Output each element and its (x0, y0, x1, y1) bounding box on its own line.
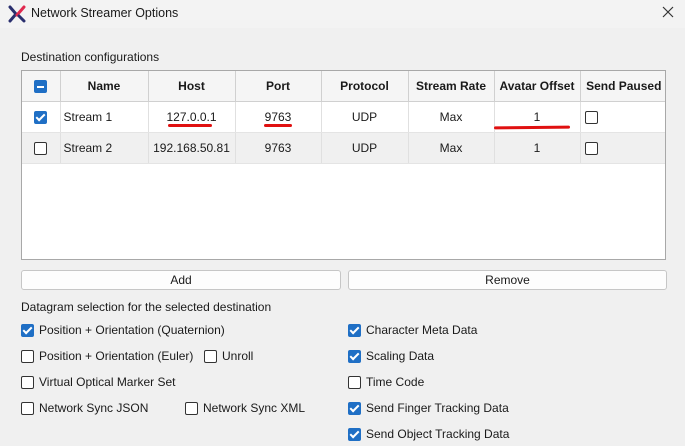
network-sync-xml-checkbox[interactable] (185, 401, 198, 415)
object-tracking-checkbox[interactable] (348, 427, 361, 441)
option-finger-tracking[interactable]: Send Finger Tracking Data (348, 401, 509, 415)
finger-tracking-label: Send Finger Tracking Data (366, 401, 509, 415)
column-header-avatar-offset[interactable]: Avatar Offset (494, 71, 581, 102)
column-header-stream-rate[interactable]: Stream Rate (408, 71, 495, 102)
stream-rate-cell[interactable]: Max (408, 132, 495, 164)
column-header-send-paused[interactable]: Send Paused (580, 71, 665, 102)
option-position-euler[interactable]: Position + Orientation (Euler) (21, 349, 193, 363)
stream-name-cell[interactable]: Stream 1 (60, 101, 149, 133)
title-bar: Network Streamer Options (0, 0, 685, 28)
virtual-marker-set-checkbox[interactable] (21, 375, 34, 389)
virtual-marker-set-label: Virtual Optical Marker Set (39, 375, 176, 389)
network-sync-json-checkbox[interactable] (21, 401, 34, 415)
row-select-checkbox[interactable] (34, 142, 48, 156)
network-sync-xml-label: Network Sync XML (203, 401, 306, 415)
position-quaternion-label: Position + Orientation (Quaternion) (39, 323, 225, 337)
position-euler-checkbox[interactable] (21, 349, 34, 363)
option-position-quaternion[interactable]: Position + Orientation (Quaternion) (21, 323, 225, 337)
datagram-label: Datagram selection for the selected dest… (21, 300, 272, 314)
column-header-name[interactable]: Name (60, 71, 149, 102)
send-paused-checkbox[interactable] (584, 142, 598, 156)
option-network-sync-json[interactable]: Network Sync JSON (21, 401, 148, 415)
table-header-row: Name Host Port Protocol Stream Rate Avat… (22, 71, 665, 102)
character-meta-data-checkbox[interactable] (348, 323, 361, 337)
select-all-checkbox[interactable] (34, 80, 48, 94)
port-cell[interactable]: 9763 (235, 132, 322, 164)
table-row[interactable]: Stream 2 192.168.50.81 9763 UDP Max 1 (22, 132, 665, 164)
unroll-label: Unroll (222, 349, 254, 363)
avatar-offset-cell[interactable]: 1 (494, 132, 581, 164)
host-cell[interactable]: 127.0.0.1 (148, 101, 236, 133)
remove-button[interactable]: Remove (348, 270, 667, 290)
time-code-label: Time Code (366, 375, 425, 389)
scaling-data-label: Scaling Data (366, 349, 435, 363)
unroll-checkbox[interactable] (204, 349, 217, 363)
option-scaling-data[interactable]: Scaling Data (348, 349, 434, 363)
row-select-checkbox[interactable] (34, 111, 48, 125)
option-network-sync-xml[interactable]: Network Sync XML (185, 401, 305, 415)
host-cell[interactable]: 192.168.50.81 (148, 132, 236, 164)
port-cell[interactable]: 9763 (235, 101, 322, 133)
option-virtual-marker-set[interactable]: Virtual Optical Marker Set (21, 375, 176, 389)
x-logo-icon (8, 5, 26, 23)
scaling-data-checkbox[interactable] (348, 349, 361, 363)
close-icon (662, 6, 674, 21)
close-button[interactable] (651, 0, 685, 26)
network-sync-json-label: Network Sync JSON (39, 401, 149, 415)
annotation-underline-port (264, 124, 292, 127)
add-button[interactable]: Add (21, 270, 341, 290)
destinations-label: Destination configurations (21, 50, 160, 64)
protocol-cell[interactable]: UDP (321, 132, 409, 164)
stream-rate-cell[interactable]: Max (408, 101, 495, 133)
column-header-port[interactable]: Port (235, 71, 322, 102)
row-select-cell[interactable] (22, 132, 61, 164)
destinations-table: Name Host Port Protocol Stream Rate Avat… (21, 70, 666, 260)
time-code-checkbox[interactable] (348, 375, 361, 389)
send-paused-checkbox[interactable] (584, 111, 598, 125)
option-object-tracking[interactable]: Send Object Tracking Data (348, 427, 509, 441)
finger-tracking-checkbox[interactable] (348, 401, 361, 415)
send-paused-cell[interactable] (580, 101, 665, 133)
stream-name-cell[interactable]: Stream 2 (60, 132, 149, 164)
column-header-host[interactable]: Host (148, 71, 236, 102)
option-time-code[interactable]: Time Code (348, 375, 424, 389)
character-meta-data-label: Character Meta Data (366, 323, 478, 337)
row-select-cell[interactable] (22, 101, 61, 133)
select-all-cell[interactable] (22, 71, 61, 102)
column-header-protocol[interactable]: Protocol (321, 71, 409, 102)
option-character-meta-data[interactable]: Character Meta Data (348, 323, 477, 337)
window-title: Network Streamer Options (31, 6, 179, 20)
annotation-underline-host (168, 124, 212, 127)
protocol-cell[interactable]: UDP (321, 101, 409, 133)
position-quaternion-checkbox[interactable] (21, 323, 34, 337)
position-euler-label: Position + Orientation (Euler) (39, 349, 194, 363)
option-unroll[interactable]: Unroll (204, 349, 253, 363)
send-paused-cell[interactable] (580, 132, 665, 164)
object-tracking-label: Send Object Tracking Data (366, 427, 510, 441)
